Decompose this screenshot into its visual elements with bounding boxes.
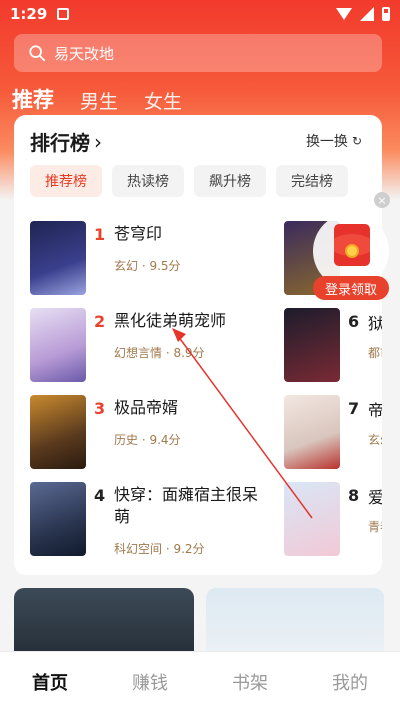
list-item[interactable]: 1 苍穹印 玄幻 · 9.5分 (30, 219, 270, 306)
rank-number: 8 (348, 486, 360, 505)
nav-bookshelf[interactable]: 书架 (200, 652, 300, 711)
rank-number: 4 (94, 486, 106, 505)
list-item[interactable]: 7 帝 玄幻 (284, 393, 382, 480)
image-notification-icon (57, 8, 70, 20)
chevron-right-icon: › (94, 129, 102, 154)
tab-finished-rank[interactable]: 完结榜 (276, 165, 348, 197)
book-title: 快穿：面瘫宿主很呆萌 (114, 485, 259, 526)
book-title: 苍穹印 (114, 224, 163, 243)
book-title: 黑化徒弟萌宠师 (114, 311, 227, 330)
book-meta: 都市 (368, 346, 382, 360)
close-icon[interactable]: × (374, 192, 390, 208)
login-claim-button[interactable]: 登录领取 (313, 276, 389, 300)
list-item[interactable]: 3 极品帝婿 历史 · 9.4分 (30, 393, 270, 480)
ranking-title: 排行榜 (30, 131, 90, 155)
rank-number: 7 (348, 399, 360, 418)
book-title: 爱 (368, 488, 382, 507)
status-time: 1:29 (10, 5, 48, 23)
ranking-list-left: 1 苍穹印 玄幻 · 9.5分 2 黑化徒弟萌宠师 幻想言情 · 8.9分 3 … (30, 219, 270, 567)
list-item[interactable]: 2 黑化徒弟萌宠师 幻想言情 · 8.9分 (30, 306, 270, 393)
book-meta: 玄幻 (368, 433, 382, 447)
book-title: 极品帝婿 (114, 398, 179, 417)
refresh-button[interactable]: 换一换 ↻ (306, 131, 362, 151)
book-cover (284, 308, 340, 382)
nav-home[interactable]: 首页 (0, 652, 100, 711)
book-cover (30, 395, 86, 469)
list-item[interactable]: 6 狱 都市 (284, 306, 382, 393)
nav-earn[interactable]: 赚钱 (100, 652, 200, 711)
book-meta: 玄幻 · 9.5分 (114, 259, 181, 273)
book-meta: 历史 · 9.4分 (114, 433, 181, 447)
ranking-tabs: 推荐榜 热读榜 飙升榜 完结榜 (30, 165, 348, 197)
book-meta: 青春 (368, 520, 382, 534)
rank-number: 2 (94, 312, 106, 331)
nav-me[interactable]: 我的 (300, 652, 400, 711)
coin-icon (345, 244, 359, 258)
refresh-icon: ↻ (351, 134, 362, 148)
book-cover (284, 482, 340, 556)
book-cover (30, 482, 86, 556)
search-bar[interactable]: 易天改地 (14, 34, 382, 72)
channel-tabs: 推荐 男生 女生 (12, 84, 182, 114)
list-item[interactable]: 4 快穿：面瘫宿主很呆萌 科幻空间 · 9.2分 (30, 480, 270, 567)
book-meta: 科幻空间 · 9.2分 (114, 542, 205, 556)
tab-rising-rank[interactable]: 飙升榜 (194, 165, 266, 197)
book-meta: 幻想言情 · 8.9分 (114, 346, 205, 360)
book-title: 帝 (368, 401, 382, 420)
book-cover (30, 221, 86, 295)
tab-male[interactable]: 男生 (80, 87, 118, 114)
book-title: 狱 (368, 314, 382, 333)
tab-recommend[interactable]: 推荐 (12, 84, 54, 114)
battery-icon (382, 7, 390, 21)
signal-icon (360, 7, 374, 21)
book-cover (30, 308, 86, 382)
tab-recommend-rank[interactable]: 推荐榜 (30, 165, 102, 197)
ranking-card: 排行榜 › 换一换 ↻ 推荐榜 热读榜 飙升榜 完结榜 1 苍穹印 玄幻 · 9… (14, 115, 382, 575)
bottom-nav: 首页 赚钱 书架 我的 (0, 651, 400, 711)
list-item[interactable]: 8 爱 青春 (284, 480, 382, 567)
search-icon (29, 45, 46, 62)
status-bar: 1:29 (0, 0, 400, 28)
refresh-label: 换一换 (305, 134, 348, 150)
search-placeholder: 易天改地 (54, 44, 115, 63)
ranking-header[interactable]: 排行榜 › (30, 127, 102, 156)
wifi-icon (336, 8, 352, 20)
rank-number: 1 (94, 225, 106, 244)
tab-female[interactable]: 女生 (144, 87, 182, 114)
tab-hot-rank[interactable]: 热读榜 (112, 165, 184, 197)
rank-number: 6 (348, 312, 360, 331)
rank-number: 3 (94, 399, 106, 418)
book-cover (284, 395, 340, 469)
